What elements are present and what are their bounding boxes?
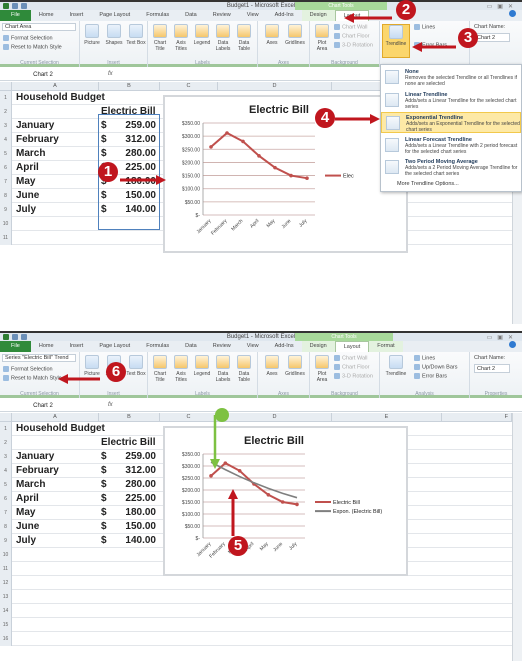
arrow-1-head — [156, 175, 166, 185]
green-arrow-head — [210, 459, 220, 469]
callout-2: 2 — [396, 0, 416, 20]
arrow-4-head — [370, 114, 380, 124]
callout-1: 1 — [98, 162, 118, 182]
excel-window-step1: Budget1 - Microsoft Excel Chart Tools ▭▣… — [0, 0, 522, 324]
divider — [0, 324, 522, 331]
callout-6: 6 — [106, 362, 126, 382]
callout-arrows — [58, 374, 238, 536]
callout-3: 3 — [458, 28, 478, 48]
callout-5: 5 — [228, 536, 248, 556]
excel-window-step2: Budget1 - Microsoft Excel Chart Tools ▭▣… — [0, 331, 522, 661]
callout-arrows — [120, 13, 456, 185]
callout-4: 4 — [315, 108, 335, 128]
green-arrow-start — [215, 408, 229, 422]
arrow-5-head — [228, 489, 238, 499]
arrow-2-head — [344, 13, 354, 23]
arrow-3-head — [412, 42, 422, 52]
arrow-6-head — [58, 374, 68, 384]
